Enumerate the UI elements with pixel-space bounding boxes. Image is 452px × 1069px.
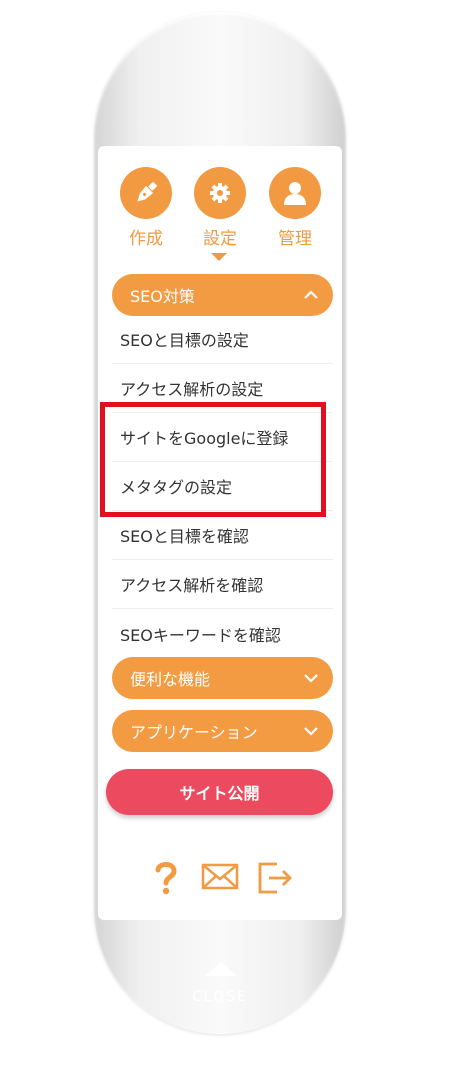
- help-icon[interactable]: [146, 856, 186, 896]
- user-icon: [284, 182, 306, 205]
- close-button[interactable]: CLOSE: [160, 989, 280, 1005]
- gear-icon: [210, 183, 230, 203]
- pen-nib-icon: [137, 182, 157, 202]
- chevron-down-icon: [304, 674, 318, 683]
- seo-section-label: SEO対策: [130, 287, 195, 306]
- logout-icon[interactable]: [255, 856, 295, 896]
- active-caret: [211, 253, 227, 261]
- nav-label-create[interactable]: 作成: [111, 224, 181, 249]
- menu-item-seo-goal-check[interactable]: SEOと目標を確認: [112, 511, 333, 560]
- manage-nav-icon[interactable]: [269, 167, 321, 219]
- seo-section-header[interactable]: SEO対策: [112, 274, 333, 316]
- menu-item-seo-keyword-check[interactable]: SEOキーワードを確認: [112, 609, 333, 658]
- chevron-up-icon: [304, 290, 318, 299]
- close-arrow-icon[interactable]: [205, 962, 237, 976]
- apps-section-header[interactable]: アプリケーション: [112, 710, 333, 752]
- publish-site-button[interactable]: サイト公開: [106, 769, 333, 815]
- menu-item-seo-goal-settings[interactable]: SEOと目標の設定: [112, 315, 333, 364]
- highlight-box: [100, 402, 326, 517]
- useful-section-label: 便利な機能: [130, 670, 211, 689]
- settings-nav-icon[interactable]: [194, 167, 246, 219]
- chevron-down-icon: [304, 727, 318, 736]
- apps-section-label: アプリケーション: [130, 723, 258, 742]
- menu-item-access-analytics-check[interactable]: アクセス解析を確認: [112, 560, 333, 609]
- nav-label-settings[interactable]: 設定: [185, 224, 255, 249]
- mail-icon[interactable]: [200, 856, 240, 896]
- create-nav-icon[interactable]: [120, 167, 172, 219]
- useful-section-header[interactable]: 便利な機能: [112, 657, 333, 699]
- nav-label-manage[interactable]: 管理: [260, 224, 330, 249]
